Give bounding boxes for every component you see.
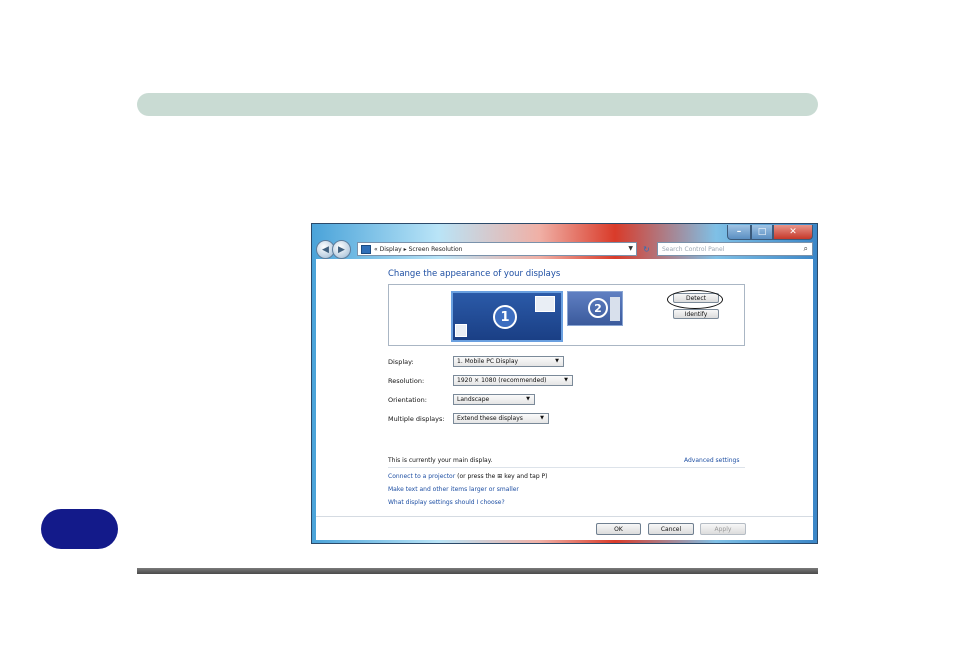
chevron-down-icon: ▼ [555, 358, 559, 364]
content-pane: Change the appearance of your displays 1… [316, 259, 813, 540]
monitor-window-thumbnail-small [455, 324, 467, 337]
projector-hint-end: key and tap P) [502, 473, 548, 480]
multiple-displays-label: Multiple displays: [388, 415, 445, 423]
address-prefix: « [374, 245, 378, 253]
minimize-button[interactable]: – [727, 225, 751, 240]
monitor-2-number: 2 [588, 298, 608, 318]
control-panel-icon [361, 244, 371, 254]
ok-button[interactable]: OK [596, 523, 641, 535]
footer-divider [316, 516, 813, 517]
monitor-1[interactable]: 1 [451, 291, 563, 342]
resolution-select[interactable]: 1920 × 1080 (recommended) ▼ [453, 375, 573, 386]
projector-hint: (or press the [455, 473, 498, 480]
bottom-rule [137, 568, 818, 574]
chapter-tab [41, 509, 118, 549]
multiple-displays-select[interactable]: Extend these displays ▼ [453, 413, 549, 424]
monitor-2[interactable]: 2 [567, 291, 623, 326]
orientation-value: Landscape [457, 396, 490, 403]
cancel-button[interactable]: Cancel [648, 523, 694, 535]
orientation-select[interactable]: Landscape ▼ [453, 394, 535, 405]
display-select[interactable]: 1. Mobile PC Display ▼ [453, 356, 564, 367]
breadcrumb-separator: ▸ [403, 245, 407, 253]
chevron-down-icon: ▼ [564, 377, 568, 383]
advanced-settings-link[interactable]: Advanced settings [684, 457, 739, 464]
monitor-1-number: 1 [493, 305, 517, 329]
window-controls: – □ ✕ [727, 225, 813, 240]
text-size-link[interactable]: Make text and other items larger or smal… [388, 486, 519, 493]
maximize-button[interactable]: □ [751, 225, 773, 240]
header-band [137, 93, 818, 116]
apply-button[interactable]: Apply [700, 523, 746, 535]
resolution-label: Resolution: [388, 377, 425, 385]
resolution-value: 1920 × 1080 (recommended) [457, 377, 547, 384]
address-bar[interactable]: « Display ▸ Screen Resolution ▼ [357, 242, 637, 256]
divider [388, 467, 745, 468]
search-icon[interactable]: ⌕ [804, 244, 808, 254]
display-label: Display: [388, 358, 414, 366]
navigation-buttons: ◀ ▶ [316, 240, 351, 259]
chevron-down-icon: ▼ [540, 415, 544, 421]
close-button[interactable]: ✕ [773, 225, 813, 240]
forward-button[interactable]: ▶ [332, 240, 351, 259]
display-arrangement: 1 2 Detect Identify [388, 284, 745, 346]
breadcrumb-screen-resolution[interactable]: Screen Resolution [409, 246, 463, 253]
highlight-circle [667, 290, 723, 309]
search-placeholder: Search Control Panel [662, 245, 725, 253]
monitor-2-thumbnail [610, 297, 620, 321]
projector-link[interactable]: Connect to a projector [388, 473, 455, 480]
projector-line: Connect to a projector (or press the ⊞ k… [388, 473, 548, 480]
screen-resolution-window: – □ ✕ ◀ ▶ « Display ▸ Screen Resolution … [311, 223, 818, 544]
multiple-displays-value: Extend these displays [457, 415, 523, 422]
display-settings-help-link[interactable]: What display settings should I choose? [388, 499, 505, 506]
display-value: 1. Mobile PC Display [457, 358, 519, 365]
chevron-down-icon: ▼ [526, 396, 530, 402]
page-title: Change the appearance of your displays [388, 269, 561, 279]
refresh-icon[interactable]: ↻ [640, 242, 653, 256]
main-display-note: This is currently your main display. [388, 457, 493, 464]
orientation-label: Orientation: [388, 396, 427, 404]
monitor-window-thumbnail [535, 296, 555, 312]
address-dropdown-icon[interactable]: ▼ [628, 245, 633, 252]
breadcrumb-display[interactable]: Display [380, 246, 402, 253]
search-input[interactable]: Search Control Panel ⌕ [657, 242, 813, 256]
identify-button[interactable]: Identify [673, 309, 719, 319]
